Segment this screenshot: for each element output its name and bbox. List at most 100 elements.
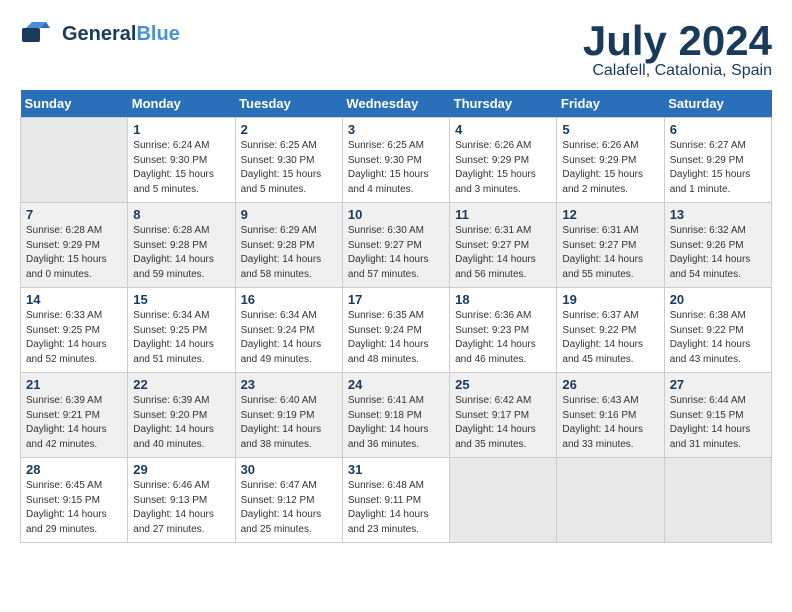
day-info: Sunrise: 6:33 AMSunset: 9:25 PMDaylight:… (26, 309, 122, 367)
day-number: 1 (133, 122, 229, 137)
day-info: Sunrise: 6:43 AMSunset: 9:16 PMDaylight:… (562, 394, 658, 452)
calendar-cell: 18Sunrise: 6:36 AMSunset: 9:23 PMDayligh… (450, 288, 557, 373)
day-number: 10 (348, 207, 444, 222)
calendar-cell: 6 Sunrise: 6:27 AMSunset: 9:29 PMDaylight… (664, 118, 771, 203)
day-number: 15 (133, 292, 229, 307)
header-wednesday: Wednesday (342, 90, 449, 118)
calendar-cell: 28Sunrise: 6:45 AMSunset: 9:15 PMDayligh… (21, 458, 128, 543)
day-info: Sunrise: 6:26 AMSunset: 9:29 PMDaylight:… (562, 139, 658, 197)
day-info: Sunrise: 6:47 AMSunset: 9:12 PMDaylight:… (241, 479, 337, 537)
calendar-week-row: 7 Sunrise: 6:28 AMSunset: 9:29 PMDaylight… (21, 203, 772, 288)
calendar-cell: 15 Sunrise: 6:34 AMSunset: 9:25 PMDayligh… (128, 288, 235, 373)
logo-text: GeneralBlue (62, 24, 180, 44)
calendar-cell: 19 Sunrise: 6:37 AMSunset: 9:22 PMDayligh… (557, 288, 664, 373)
day-info: Sunrise: 6:39 AMSunset: 9:21 PMDaylight:… (26, 394, 122, 452)
calendar-cell: 22Sunrise: 6:39 AMSunset: 9:20 PMDayligh… (128, 373, 235, 458)
calendar-cell: 13 Sunrise: 6:32 AMSunset: 9:26 PMDayligh… (664, 203, 771, 288)
day-info: Sunrise: 6:31 AMSunset: 9:27 PMDaylight:… (562, 224, 658, 282)
logo-icon (20, 20, 58, 48)
calendar-cell: 16Sunrise: 6:34 AMSunset: 9:24 PMDayligh… (235, 288, 342, 373)
calendar-week-row: 1 Sunrise: 6:24 AMSunset: 9:30 PMDaylight… (21, 118, 772, 203)
day-info: Sunrise: 6:44 AMSunset: 9:15 PMDaylight:… (670, 394, 766, 452)
day-info: Sunrise: 6:29 AMSunset: 9:28 PMDaylight:… (241, 224, 337, 282)
calendar-cell: 17 Sunrise: 6:35 AMSunset: 9:24 PMDayligh… (342, 288, 449, 373)
calendar-week-row: 14 Sunrise: 6:33 AMSunset: 9:25 PMDayligh… (21, 288, 772, 373)
day-info: Sunrise: 6:41 AMSunset: 9:18 PMDaylight:… (348, 394, 444, 452)
calendar-week-row: 28Sunrise: 6:45 AMSunset: 9:15 PMDayligh… (21, 458, 772, 543)
calendar-cell: 4Sunrise: 6:26 AMSunset: 9:29 PMDaylight… (450, 118, 557, 203)
calendar-cell: 26 Sunrise: 6:43 AMSunset: 9:16 PMDayligh… (557, 373, 664, 458)
day-number: 25 (455, 377, 551, 392)
calendar-cell: 20Sunrise: 6:38 AMSunset: 9:22 PMDayligh… (664, 288, 771, 373)
calendar-week-row: 21Sunrise: 6:39 AMSunset: 9:21 PMDayligh… (21, 373, 772, 458)
title-block: July 2024 Calafell, Catalonia, Spain (583, 20, 772, 80)
day-number: 16 (241, 292, 337, 307)
calendar-cell: 8Sunrise: 6:28 AMSunset: 9:28 PMDaylight… (128, 203, 235, 288)
day-info: Sunrise: 6:30 AMSunset: 9:27 PMDaylight:… (348, 224, 444, 282)
calendar-cell: 12 Sunrise: 6:31 AMSunset: 9:27 PMDayligh… (557, 203, 664, 288)
day-info: Sunrise: 6:46 AMSunset: 9:13 PMDaylight:… (133, 479, 229, 537)
day-info: Sunrise: 6:35 AMSunset: 9:24 PMDaylight:… (348, 309, 444, 367)
day-number: 23 (241, 377, 337, 392)
day-info: Sunrise: 6:40 AMSunset: 9:19 PMDaylight:… (241, 394, 337, 452)
day-info: Sunrise: 6:34 AMSunset: 9:25 PMDaylight:… (133, 309, 229, 367)
day-info: Sunrise: 6:24 AMSunset: 9:30 PMDaylight:… (133, 139, 229, 197)
day-number: 2 (241, 122, 337, 137)
calendar-cell: 2Sunrise: 6:25 AMSunset: 9:30 PMDaylight… (235, 118, 342, 203)
day-number: 26 (562, 377, 658, 392)
day-number: 28 (26, 462, 122, 477)
day-number: 29 (133, 462, 229, 477)
header-tuesday: Tuesday (235, 90, 342, 118)
calendar-cell: 10 Sunrise: 6:30 AMSunset: 9:27 PMDayligh… (342, 203, 449, 288)
calendar-cell: 30Sunrise: 6:47 AMSunset: 9:12 PMDayligh… (235, 458, 342, 543)
day-number: 22 (133, 377, 229, 392)
day-number: 6 (670, 122, 766, 137)
location-subtitle: Calafell, Catalonia, Spain (583, 62, 772, 80)
header-thursday: Thursday (450, 90, 557, 118)
calendar-cell: 29 Sunrise: 6:46 AMSunset: 9:13 PMDayligh… (128, 458, 235, 543)
header-monday: Monday (128, 90, 235, 118)
day-number: 12 (562, 207, 658, 222)
day-info: Sunrise: 6:31 AMSunset: 9:27 PMDaylight:… (455, 224, 551, 282)
page-header: GeneralBlue July 2024 Calafell, Cataloni… (20, 20, 772, 80)
calendar-cell: 21Sunrise: 6:39 AMSunset: 9:21 PMDayligh… (21, 373, 128, 458)
day-number: 24 (348, 377, 444, 392)
day-number: 11 (455, 207, 551, 222)
calendar-cell: 24 Sunrise: 6:41 AMSunset: 9:18 PMDayligh… (342, 373, 449, 458)
day-number: 14 (26, 292, 122, 307)
calendar-cell (21, 118, 128, 203)
day-number: 4 (455, 122, 551, 137)
header-sunday: Sunday (21, 90, 128, 118)
day-number: 18 (455, 292, 551, 307)
day-info: Sunrise: 6:48 AMSunset: 9:11 PMDaylight:… (348, 479, 444, 537)
day-info: Sunrise: 6:37 AMSunset: 9:22 PMDaylight:… (562, 309, 658, 367)
day-number: 3 (348, 122, 444, 137)
calendar-cell (557, 458, 664, 543)
calendar-cell: 1 Sunrise: 6:24 AMSunset: 9:30 PMDaylight… (128, 118, 235, 203)
calendar-cell: 5 Sunrise: 6:26 AMSunset: 9:29 PMDaylight… (557, 118, 664, 203)
day-info: Sunrise: 6:27 AMSunset: 9:29 PMDaylight:… (670, 139, 766, 197)
calendar-cell: 11 Sunrise: 6:31 AMSunset: 9:27 PMDayligh… (450, 203, 557, 288)
calendar-cell: 23 Sunrise: 6:40 AMSunset: 9:19 PMDayligh… (235, 373, 342, 458)
day-info: Sunrise: 6:28 AMSunset: 9:29 PMDaylight:… (26, 224, 122, 282)
day-number: 7 (26, 207, 122, 222)
calendar-cell: 14 Sunrise: 6:33 AMSunset: 9:25 PMDayligh… (21, 288, 128, 373)
day-number: 13 (670, 207, 766, 222)
day-number: 31 (348, 462, 444, 477)
calendar-cell: 7 Sunrise: 6:28 AMSunset: 9:29 PMDaylight… (21, 203, 128, 288)
day-info: Sunrise: 6:42 AMSunset: 9:17 PMDaylight:… (455, 394, 551, 452)
day-info: Sunrise: 6:32 AMSunset: 9:26 PMDaylight:… (670, 224, 766, 282)
month-title: July 2024 (583, 20, 772, 62)
day-number: 8 (133, 207, 229, 222)
day-number: 20 (670, 292, 766, 307)
calendar-cell: 25 Sunrise: 6:42 AMSunset: 9:17 PMDayligh… (450, 373, 557, 458)
day-info: Sunrise: 6:25 AMSunset: 9:30 PMDaylight:… (348, 139, 444, 197)
calendar-cell: 3 Sunrise: 6:25 AMSunset: 9:30 PMDaylight… (342, 118, 449, 203)
calendar-cell (664, 458, 771, 543)
day-number: 5 (562, 122, 658, 137)
logo: GeneralBlue (20, 20, 180, 48)
calendar-cell: 31 Sunrise: 6:48 AMSunset: 9:11 PMDayligh… (342, 458, 449, 543)
day-number: 17 (348, 292, 444, 307)
day-number: 19 (562, 292, 658, 307)
calendar-cell: 9Sunrise: 6:29 AMSunset: 9:28 PMDaylight… (235, 203, 342, 288)
